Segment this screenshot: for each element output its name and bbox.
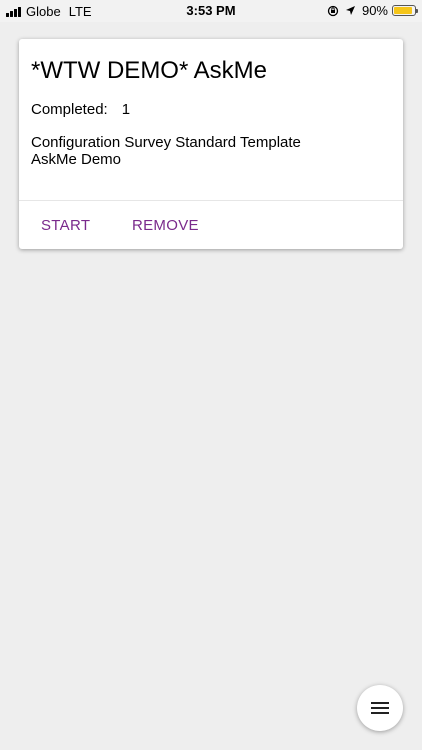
remove-button[interactable]: REMOVE (132, 217, 199, 234)
description-line-2: AskMe Demo (31, 151, 122, 168)
completed-count: 1 (121, 101, 131, 118)
status-bar: Globe LTE 3:53 PM 90% (0, 0, 422, 22)
description-line-1: Configuration Survey Standard Template (31, 134, 301, 151)
card-actions: START REMOVE (19, 201, 403, 249)
completed-row: Completed: 1 (31, 101, 130, 118)
survey-description: Configuration Survey Standard Template A… (31, 134, 301, 168)
completed-label: Completed: (31, 101, 108, 118)
location-arrow-icon (345, 6, 355, 15)
battery-percent: 90% (361, 3, 388, 18)
menu-icon (371, 699, 389, 717)
menu-fab-button[interactable] (357, 685, 403, 731)
battery-icon (392, 5, 418, 16)
orientation-lock-icon (327, 5, 339, 16)
status-right: 90% (327, 3, 418, 18)
survey-card: *WTW DEMO* AskMe Completed: 1 Configurati… (19, 39, 403, 249)
survey-title: *WTW DEMO* AskMe (31, 57, 268, 84)
start-button[interactable]: START (41, 217, 90, 234)
